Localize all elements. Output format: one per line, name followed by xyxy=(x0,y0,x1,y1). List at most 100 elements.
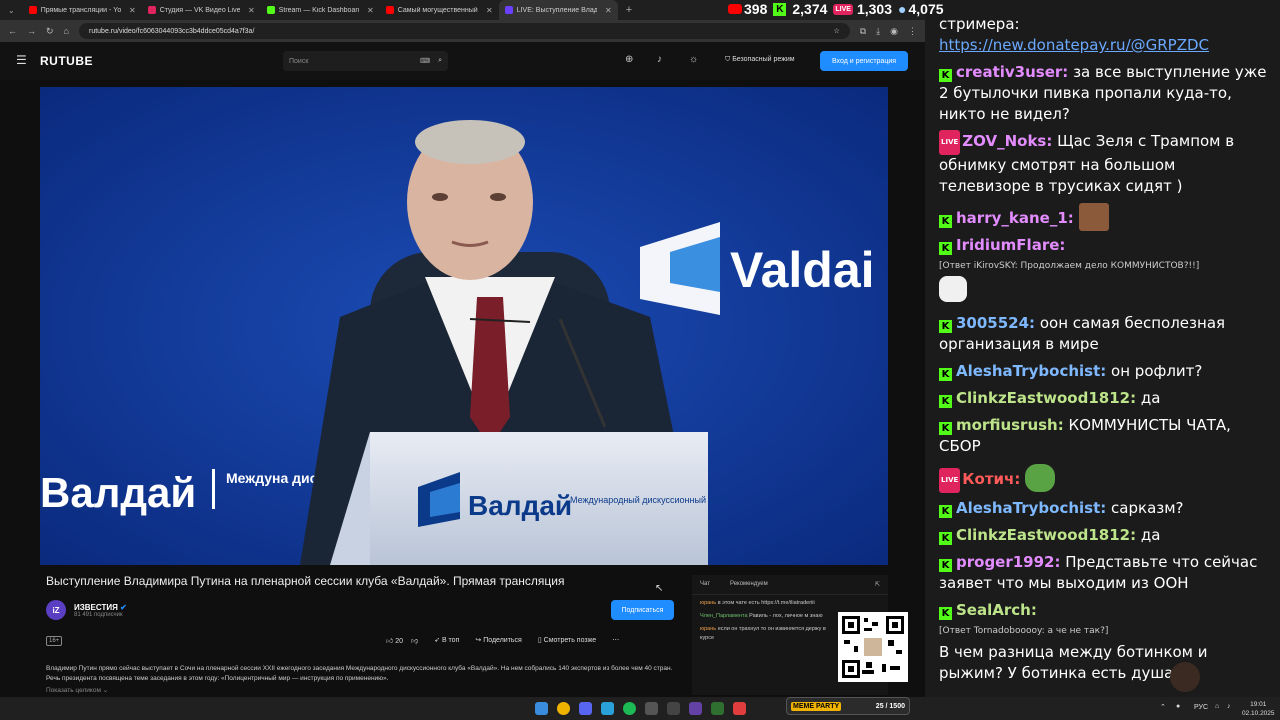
tab-title: Студия — VK Видео Live xyxy=(159,6,240,14)
close-icon[interactable]: ✕ xyxy=(367,6,374,15)
overlay-label: MEME PARTY xyxy=(791,701,842,711)
bell-icon[interactable]: ♪ xyxy=(657,54,662,65)
upload-icon[interactable]: ⊕ xyxy=(625,54,633,65)
chat-message: K ClinkzEastwood1812: да xyxy=(939,388,1269,409)
video-actions: 👍︎ 20 👎︎ ➶ В топ ↪ Поделиться ▯ Смотреть… xyxy=(386,636,619,645)
hamburger-icon[interactable]: ☰ xyxy=(16,53,27,67)
telegram-icon[interactable] xyxy=(601,702,614,715)
app-icon-3[interactable] xyxy=(711,702,724,715)
verified-icon: ✔ xyxy=(120,602,127,612)
app-icon[interactable] xyxy=(667,702,680,715)
safe-mode-toggle[interactable]: ⛉ Безопасный режим xyxy=(725,56,795,64)
close-icon[interactable]: ✕ xyxy=(605,6,612,15)
tab-youtube[interactable]: Прямые трансляции - YouTube ✕ xyxy=(23,0,142,20)
more-icon[interactable]: ⋯ xyxy=(612,636,619,645)
kick-icon xyxy=(266,6,275,14)
spotify-icon[interactable] xyxy=(623,702,636,715)
tab-youtube-2[interactable]: Самый могущественный человек ✕ xyxy=(380,0,499,20)
extensions-icon[interactable]: ⧉ xyxy=(860,26,866,37)
video-player[interactable]: Valdai Валдай Междуна дискусс Валдай Меж… xyxy=(40,87,888,565)
close-icon[interactable]: ✕ xyxy=(248,6,255,15)
kick-icon: K xyxy=(939,368,952,381)
chat-user: ClinkzEastwood1812: xyxy=(956,389,1137,407)
vk-icon xyxy=(147,6,156,14)
start-icon[interactable] xyxy=(535,702,548,715)
search-icon[interactable]: ⌕ xyxy=(438,57,442,65)
chat-user: SealArch: xyxy=(956,601,1037,619)
valdai-logo-text: Valdai xyxy=(730,242,875,298)
description-text: Владимир Путин прямо сейчас выступает в … xyxy=(46,665,673,682)
chrome-icon[interactable] xyxy=(557,702,570,715)
channel-name[interactable]: ИЗВЕСТИЯ xyxy=(74,603,118,612)
emote-image xyxy=(1078,203,1109,231)
search-placeholder: Поиск xyxy=(289,57,309,65)
login-button[interactable]: Вход и регистрация xyxy=(820,51,908,71)
tab-recommend[interactable]: Рекомендуем xyxy=(730,581,768,588)
address-bar: ← → ↻ ⌂ rutube.ru/video/fc6063044093cc3b… xyxy=(0,20,925,42)
chat-message: K 3005524: оон самая бесполезная организа… xyxy=(939,313,1269,355)
kick-icon: K xyxy=(939,607,952,620)
podium-subtext: Международный дискуссионный клуб xyxy=(570,495,728,505)
chat-message: юрань в этом чате есть https://t.me/ilia… xyxy=(700,599,880,608)
kick-icon: K xyxy=(939,215,952,228)
viewer-stats: 398 K 2,374 LIVE 1,303 ● 4,075 xyxy=(728,0,944,18)
like-button[interactable]: 👍︎ 20 👎︎ xyxy=(386,636,418,645)
donate-link[interactable]: https://new.donatepay.ru/@GRPZDC xyxy=(939,36,1209,54)
language-indicator[interactable]: РУС xyxy=(1194,704,1208,711)
network-icon[interactable]: ⌂ xyxy=(1215,703,1219,710)
kick-icon: K xyxy=(939,242,952,255)
download-icon[interactable]: ⤓ xyxy=(876,26,880,37)
reload-icon[interactable]: ↻ xyxy=(46,26,54,37)
volume-icon[interactable]: ♪ xyxy=(1227,703,1231,710)
obs-icon[interactable] xyxy=(645,702,658,715)
vk-live-icon: LIVE xyxy=(833,3,853,15)
mic-icon[interactable]: ● xyxy=(1176,703,1180,710)
keyboard-icon[interactable]: ⌨ xyxy=(420,57,430,65)
top-button[interactable]: ➶ В топ xyxy=(434,636,459,645)
theme-icon[interactable]: ☼ xyxy=(689,54,698,65)
close-icon[interactable]: ✕ xyxy=(486,6,493,15)
new-tab-button[interactable]: + xyxy=(618,4,640,16)
clock[interactable]: 19:01 02.10.2025 xyxy=(1242,700,1275,718)
chat-user: ZOV_Noks: xyxy=(962,132,1053,150)
close-icon[interactable]: ✕ xyxy=(129,6,136,15)
show-all-link[interactable]: Показать целиком ⌄ xyxy=(46,686,676,696)
tab-kick[interactable]: Stream — Kick Dashboard ✕ xyxy=(261,0,380,20)
chat-text: В чем разница между ботинком и рыжим? У … xyxy=(939,643,1208,682)
tray-arrow-icon[interactable]: ⌃ xyxy=(1160,703,1166,711)
chat-text: если он трахнул то он извиняется держу в… xyxy=(700,626,826,641)
video-frame: Valdai Валдай Междуна дискусс Валдай Меж… xyxy=(40,87,888,565)
share-label: Поделиться xyxy=(483,637,522,644)
channel-info[interactable]: iZ ИЗВЕСТИЯ ✔ 81 491 подписчик xyxy=(46,600,127,620)
url-field[interactable]: rutube.ru/video/fc6063044093cc3b4ddce05c… xyxy=(78,23,850,39)
subscribe-button[interactable]: Подписаться xyxy=(611,600,674,620)
kick-icon: K xyxy=(939,320,952,333)
app-icon-2[interactable] xyxy=(689,702,702,715)
kick-icon: K xyxy=(939,505,952,518)
reply-quote: [Ответ iKirovSKY: Продолжаем дело КОММУН… xyxy=(939,261,1200,271)
watch-later-button[interactable]: ▯ Смотреть позже xyxy=(538,636,596,645)
tab-rutube[interactable]: LIVE: Выступление Владимира ✕ xyxy=(498,0,618,20)
discord-icon[interactable] xyxy=(579,702,592,715)
menu-icon[interactable]: ⋮ xyxy=(908,26,917,37)
star-icon[interactable]: ☆ xyxy=(833,27,839,35)
thumbs-down-icon[interactable]: 👎︎ xyxy=(411,638,418,645)
emote-image xyxy=(939,276,967,302)
rutube-logo[interactable]: RUTUBE xyxy=(40,54,93,68)
channel-avatar[interactable]: iZ xyxy=(46,600,66,620)
home-icon[interactable]: ⌂ xyxy=(64,26,69,36)
forward-icon[interactable]: → xyxy=(27,26,36,36)
back-icon[interactable]: ← xyxy=(8,26,17,36)
share-button[interactable]: ↪ Поделиться xyxy=(475,636,521,645)
profile-icon[interactable]: ◉ xyxy=(890,26,898,37)
tab-list-icon[interactable]: ⌄ xyxy=(0,6,23,15)
youtube-count: 398 xyxy=(744,1,768,17)
chat-user: creativ3user: xyxy=(956,63,1069,81)
tab-chat[interactable]: Чат xyxy=(700,581,710,588)
search-input[interactable]: Поиск ⌨ ⌕ xyxy=(283,51,448,71)
popout-icon[interactable]: ⇱ xyxy=(875,581,880,588)
youtube-icon xyxy=(28,6,37,14)
kick-icon: K xyxy=(939,395,952,408)
app-icon-4[interactable] xyxy=(733,702,746,715)
tab-vk[interactable]: Студия — VK Видео Live ✕ xyxy=(142,0,261,20)
